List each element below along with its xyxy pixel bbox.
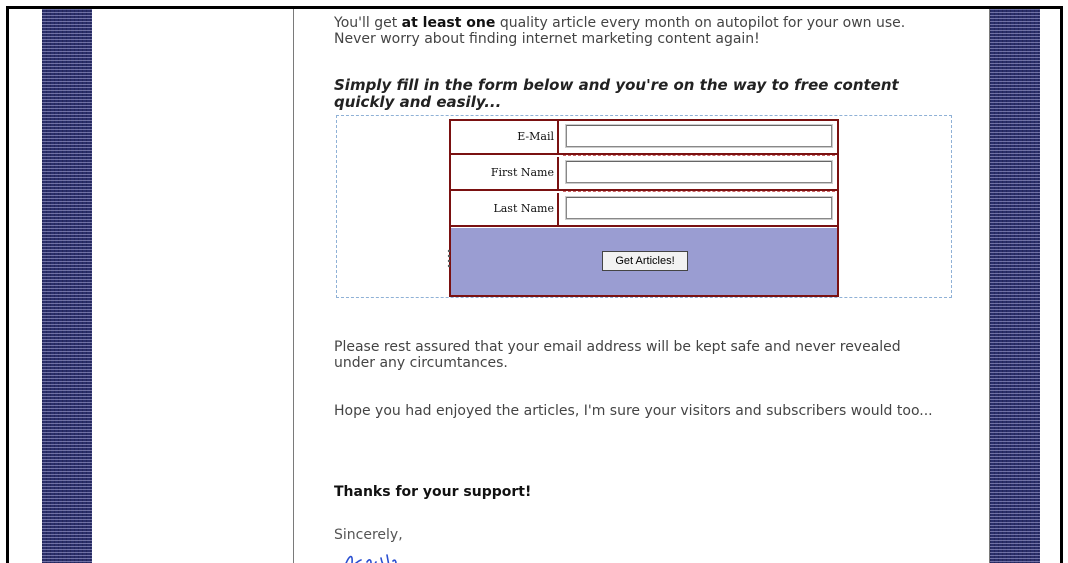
first-name-label: First Name [451,157,559,189]
first-name-field[interactable] [565,160,833,184]
handwritten-signature [345,554,397,563]
call-to-action: Simply fill in the form below and you're… [334,76,899,111]
resize-handle-icon[interactable] [446,247,452,269]
privacy-paragraph: Please rest assured that your email addr… [334,339,901,371]
first-name-row: First Name [451,157,837,191]
email-row: E-Mail [451,121,837,155]
left-decorative-stripe [42,9,92,563]
email-field[interactable] [565,124,833,148]
last-name-field[interactable] [565,196,833,220]
intro-paragraph: You'll get at least one quality article … [334,15,944,47]
signup-form: E-Mail First Name Last Name Get Articles… [449,119,839,297]
hope-paragraph: Hope you had enjoyed the articles, I'm s… [334,403,933,419]
get-articles-button[interactable]: Get Articles! [602,251,688,271]
last-name-label: Last Name [451,193,559,225]
intro-bold: at least one [401,15,496,31]
row-divider [563,155,835,156]
thanks-heading: Thanks for your support! [334,484,532,500]
sincerely-text: Sincerely, [334,527,403,543]
right-decorative-stripe [990,9,1040,563]
intro-prefix: You'll get [334,15,402,31]
row-divider [563,191,835,192]
resize-handle-glyph [447,249,451,268]
submit-area: Get Articles! [451,228,837,295]
last-name-row: Last Name [451,193,837,227]
page-frame: You'll get at least one quality article … [6,6,1063,563]
email-label: E-Mail [451,121,559,153]
content-left-border [293,9,294,563]
